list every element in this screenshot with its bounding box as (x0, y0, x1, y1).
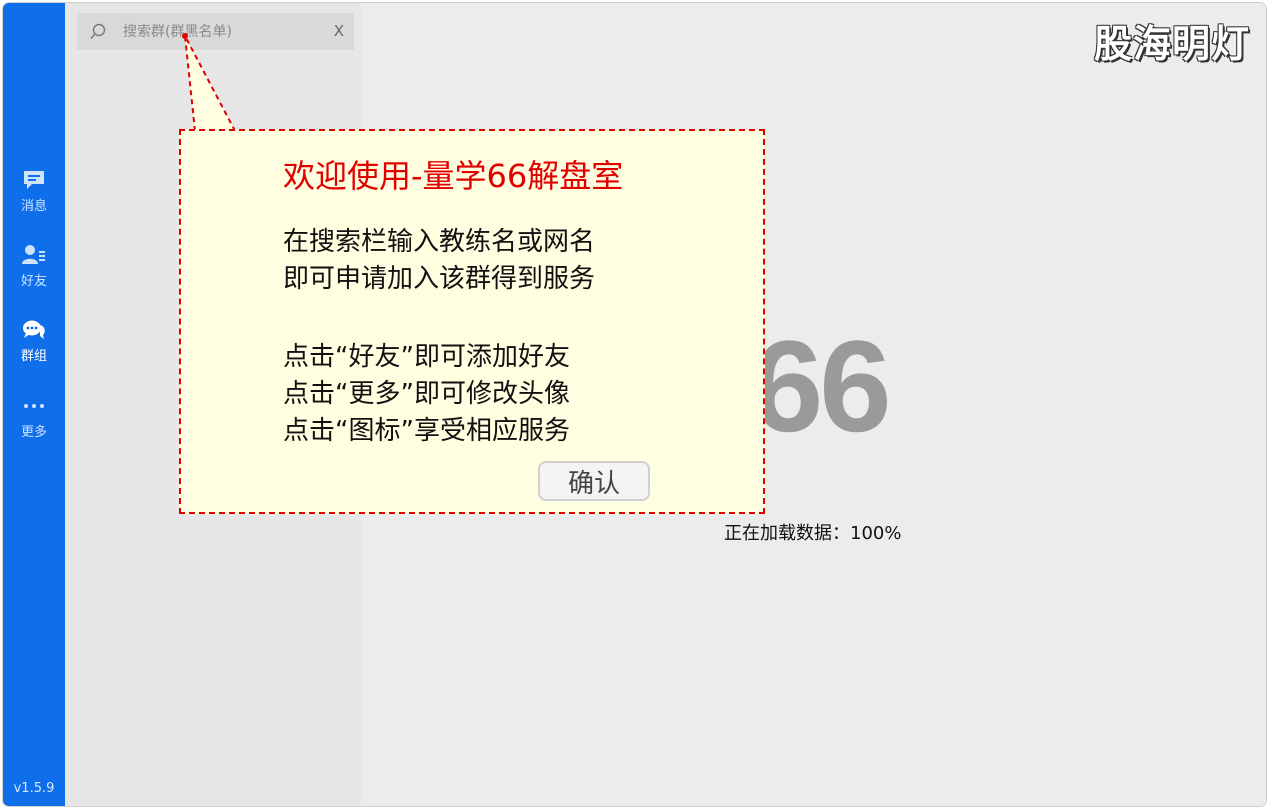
loading-status: 正在加载数据：100% (724, 523, 902, 544)
logo-number: 66 (751, 313, 892, 459)
clear-search-button[interactable]: X (334, 22, 344, 40)
more-dots-icon (3, 395, 65, 417)
dialog-line: 在搜索栏输入教练名或网名 (283, 227, 596, 257)
sidebar: 消息 好友 群组 更多 v1.5.9 (3, 3, 65, 806)
sidebar-item-groups[interactable]: 群组 (3, 319, 65, 364)
contacts-icon (3, 244, 65, 266)
dialog-line: 点击“好友”即可添加好友 (283, 342, 570, 372)
sidebar-item-label: 消息 (20, 199, 47, 214)
sidebar-item-more[interactable]: 更多 (3, 395, 65, 440)
sidebar-item-label: 好友 (20, 274, 47, 289)
group-chat-icon (3, 319, 65, 341)
message-icon (3, 169, 65, 191)
dialog-line: 点击“图标”享受相应服务 (283, 416, 570, 446)
watermark-logo: 股海明灯 (1093, 22, 1250, 66)
search-input[interactable] (121, 19, 325, 45)
sidebar-item-label: 更多 (20, 425, 47, 440)
dialog-title: 欢迎使用-量学66解盘室 (283, 157, 624, 195)
search-icon (89, 23, 107, 45)
sidebar-item-messages[interactable]: 消息 (3, 169, 65, 214)
dialog-line: 点击“更多”即可修改头像 (283, 379, 570, 409)
app-window: 消息 好友 群组 更多 v1.5.9 搜索群(群黑名单) X 66 正在加载数据… (3, 3, 1266, 806)
search-bar: X (77, 13, 354, 50)
confirm-button[interactable]: 确认 (538, 461, 650, 501)
version-label: v1.5.9 (13, 781, 55, 796)
sidebar-item-friends[interactable]: 好友 (3, 244, 65, 289)
welcome-dialog: 欢迎使用-量学66解盘室 在搜索栏输入教练名或网名 即可申请加入该群得到服务 点… (179, 129, 765, 514)
dialog-line: 即可申请加入该群得到服务 (283, 264, 596, 294)
sidebar-item-label: 群组 (20, 349, 47, 364)
